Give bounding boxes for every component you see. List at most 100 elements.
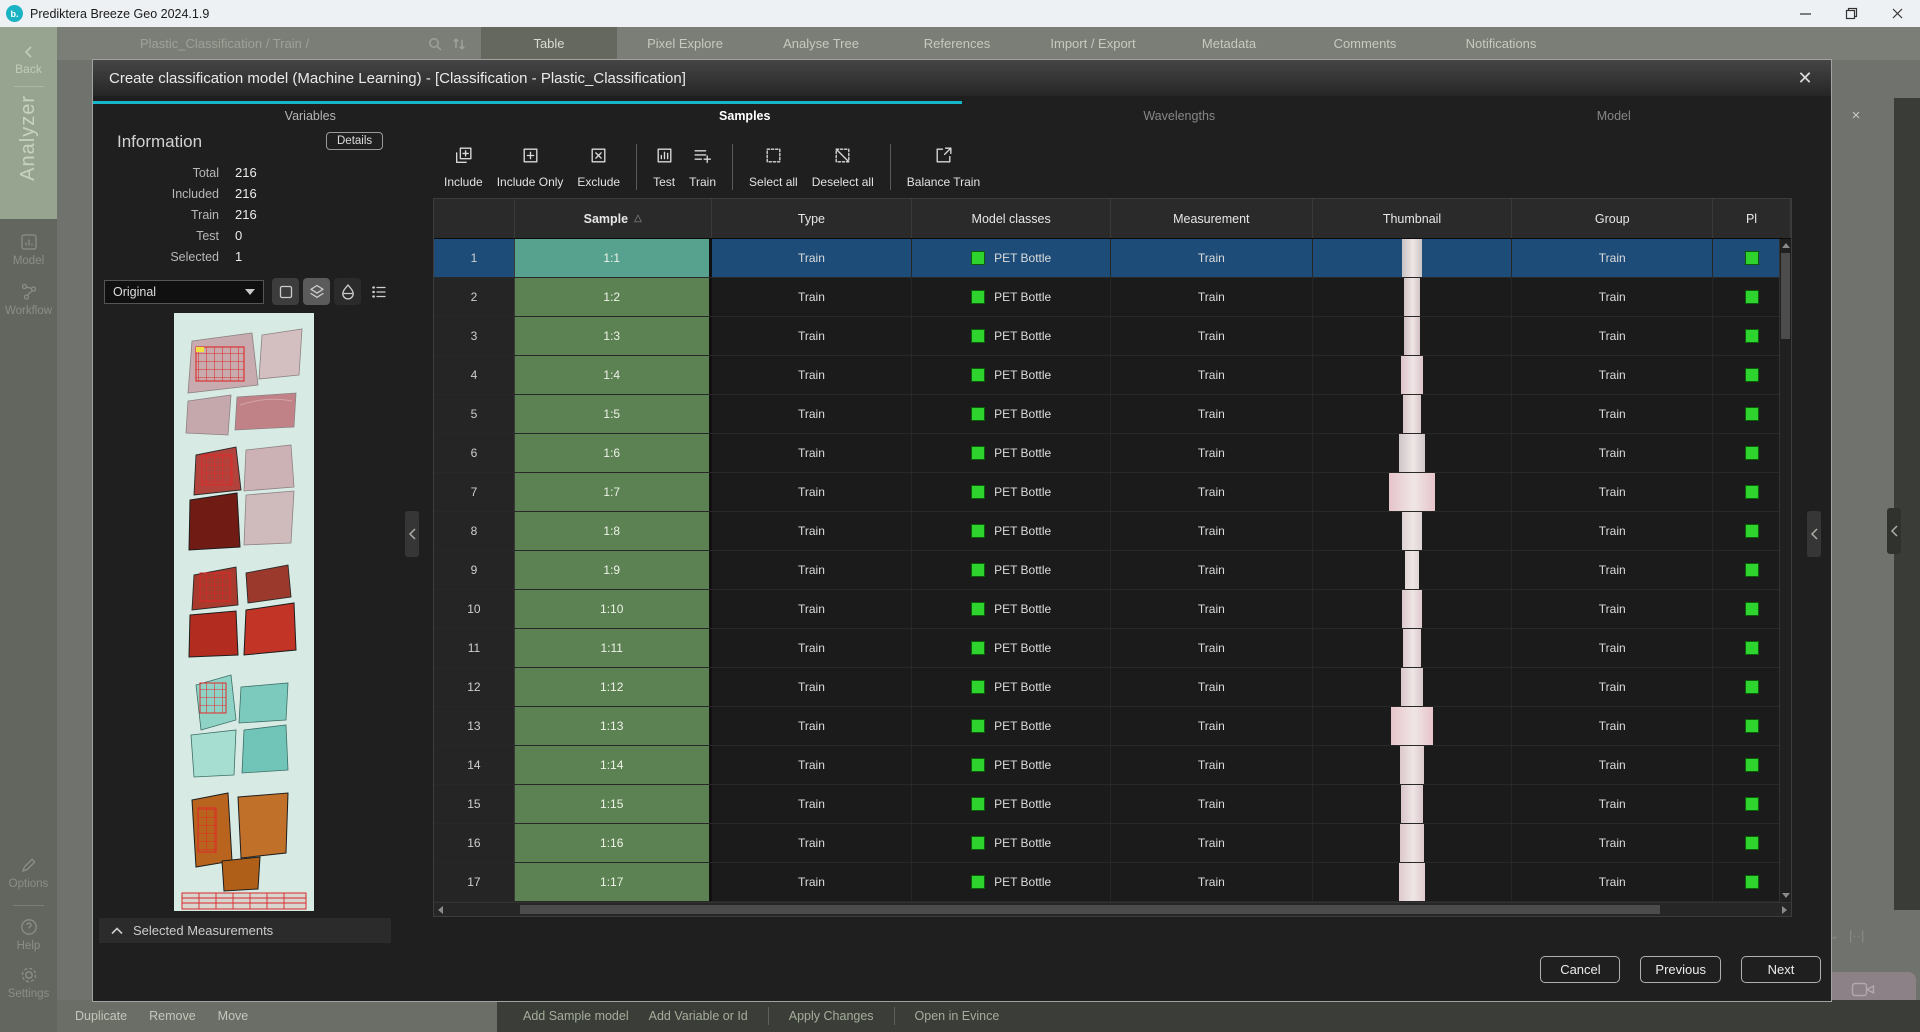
droplet-view-button[interactable]	[334, 278, 361, 305]
bottom-action-add-sample-model[interactable]: Add Sample model	[523, 1009, 629, 1023]
bottom-action-add-variable-or-id[interactable]: Add Variable or Id	[649, 1009, 748, 1023]
tab-comments[interactable]: Comments	[1297, 27, 1433, 60]
tab-import-export[interactable]: Import / Export	[1025, 27, 1161, 60]
range-icon[interactable]: |··|	[1849, 928, 1864, 943]
column-header-pl[interactable]: Pl	[1713, 199, 1791, 238]
column-header-group[interactable]: Group	[1512, 199, 1713, 238]
column-header-measurement[interactable]: Measurement	[1111, 199, 1313, 238]
table-row[interactable]: 41:4TrainPET BottleTrainTrain	[434, 356, 1791, 395]
table-row[interactable]: 141:14TrainPET BottleTrainTrain	[434, 746, 1791, 785]
panel-close-icon[interactable]: ×	[1845, 104, 1867, 126]
bottom-action-duplicate[interactable]: Duplicate	[75, 1009, 127, 1023]
wizard-step-samples[interactable]: Samples	[528, 109, 963, 131]
table-row[interactable]: 71:7TrainPET BottleTrainTrain	[434, 473, 1791, 512]
class-color-chip	[1745, 641, 1759, 655]
cancel-button[interactable]: Cancel	[1540, 956, 1620, 983]
tab-analyse-tree[interactable]: Analyse Tree	[753, 27, 889, 60]
screen: b. Prediktera Breeze Geo 2024.1.9 Back A…	[0, 0, 1920, 1032]
column-header-model-classes[interactable]: Model classes	[912, 199, 1111, 238]
table-row[interactable]: 111:11TrainPET BottleTrainTrain	[434, 629, 1791, 668]
scroll-up-icon[interactable]	[1782, 243, 1790, 248]
left-sidebar: Back Analyzer Model Workflow Options Hel…	[0, 27, 57, 1032]
dialog-close-icon[interactable]: ✕	[1793, 66, 1817, 90]
toolbar-select-all-button[interactable]: Select all	[742, 144, 805, 190]
table-row[interactable]: 101:10TrainPET BottleTrainTrain	[434, 590, 1791, 629]
layers-view-button[interactable]	[303, 278, 330, 305]
search-icon[interactable]	[427, 36, 443, 52]
table-row[interactable]: 121:12TrainPET BottleTrainTrain	[434, 668, 1791, 707]
scroll-right-icon[interactable]	[1782, 906, 1787, 914]
toolbar-deselect-all-button[interactable]: Deselect all	[805, 144, 881, 190]
measurement-cell: Train	[1111, 278, 1313, 316]
toolbar-test-button[interactable]: Test	[646, 144, 682, 190]
selected-measurements-toggle[interactable]: Selected Measurements	[99, 918, 391, 943]
bottom-action-move[interactable]: Move	[218, 1009, 249, 1023]
back-button[interactable]: Back	[15, 45, 42, 76]
column-header-sample[interactable]: Sample△	[515, 199, 712, 238]
table-row[interactable]: 61:6TrainPET BottleTrainTrain	[434, 434, 1791, 473]
table-row[interactable]: 11:1TrainPET BottleTrainTrain	[434, 239, 1791, 278]
table-row[interactable]: 131:13TrainPET BottleTrainTrain	[434, 707, 1791, 746]
scroll-down-icon[interactable]	[1782, 893, 1790, 898]
minimize-icon[interactable]	[1782, 0, 1828, 27]
model-class-cell: PET Bottle	[912, 473, 1111, 511]
wizard-step-wavelengths[interactable]: Wavelengths	[962, 109, 1397, 131]
table-row[interactable]: 81:8TrainPET BottleTrainTrain	[434, 512, 1791, 551]
left-panel-collapse-handle[interactable]	[405, 511, 419, 557]
sidebar-item-model[interactable]: Model	[0, 232, 57, 267]
horizontal-scroll-thumb[interactable]	[520, 905, 1660, 914]
square-view-button[interactable]	[272, 278, 299, 305]
scroll-left-icon[interactable]	[438, 906, 443, 914]
thumbnail-image	[1402, 512, 1422, 550]
column-header-thumbnail[interactable]: Thumbnail	[1313, 199, 1513, 238]
video-camera-icon	[1851, 981, 1875, 998]
table-row[interactable]: 51:5TrainPET BottleTrainTrain	[434, 395, 1791, 434]
table-row[interactable]: 161:16TrainPET BottleTrainTrain	[434, 824, 1791, 863]
toolbar-train-button[interactable]: Train	[682, 144, 723, 190]
close-icon[interactable]	[1874, 0, 1920, 27]
bottom-action-apply-changes[interactable]: Apply Changes	[789, 1009, 874, 1023]
breadcrumb[interactable]: Plastic_Classification / Train /	[57, 27, 427, 60]
panel-collapse-handle[interactable]	[1887, 508, 1901, 554]
sidebar-item-help[interactable]: Help	[0, 917, 57, 952]
group-cell: Train	[1512, 863, 1713, 901]
view-mode-dropdown[interactable]: Original	[104, 280, 264, 304]
toolbar-include-only-button[interactable]: Include Only	[490, 144, 571, 190]
right-panel-collapse-handle[interactable]	[1807, 511, 1821, 557]
sidebar-item-options[interactable]: Options	[0, 855, 57, 890]
tab-pixel-explore[interactable]: Pixel Explore	[617, 27, 753, 60]
tab-table[interactable]: Table	[481, 27, 617, 60]
tab-metadata[interactable]: Metadata	[1161, 27, 1297, 60]
tab-notifications[interactable]: Notifications	[1433, 27, 1569, 60]
table-row[interactable]: 91:9TrainPET BottleTrainTrain	[434, 551, 1791, 590]
details-button[interactable]: Details	[326, 132, 383, 150]
horizontal-scrollbar[interactable]	[434, 902, 1791, 916]
analyzer-section: Back Analyzer	[0, 27, 57, 219]
column-header-row-number[interactable]	[434, 199, 515, 238]
bottom-action-open-in-evince[interactable]: Open in Evince	[915, 1009, 1000, 1023]
sample-cell: 1:15	[515, 785, 712, 823]
bottom-action-remove[interactable]: Remove	[149, 1009, 196, 1023]
previous-button[interactable]: Previous	[1640, 956, 1721, 983]
wizard-step-variables[interactable]: Variables	[93, 109, 528, 131]
vertical-scrollbar[interactable]	[1779, 239, 1791, 902]
table-row[interactable]: 151:15TrainPET BottleTrainTrain	[434, 785, 1791, 824]
type-cell: Train	[712, 434, 913, 472]
list-view-button[interactable]	[365, 278, 392, 305]
toolbar-exclude-button[interactable]: Exclude	[570, 144, 627, 190]
restore-icon[interactable]	[1828, 0, 1874, 27]
column-header-type[interactable]: Type	[712, 199, 913, 238]
sidebar-item-workflow[interactable]: Workflow	[0, 282, 57, 317]
vertical-scroll-thumb[interactable]	[1781, 253, 1790, 339]
next-button[interactable]: Next	[1741, 956, 1821, 983]
wizard-step-model[interactable]: Model	[1397, 109, 1832, 131]
toolbar-balance-train-button[interactable]: Balance Train	[900, 144, 987, 190]
table-row[interactable]: 171:17TrainPET BottleTrainTrain	[434, 863, 1791, 902]
sort-arrows-icon[interactable]	[451, 36, 467, 52]
column-label: Measurement	[1173, 212, 1249, 226]
toolbar-include-button[interactable]: Include	[437, 144, 490, 190]
sidebar-item-settings[interactable]: Settings	[0, 965, 57, 1000]
tab-references[interactable]: References	[889, 27, 1025, 60]
table-row[interactable]: 31:3TrainPET BottleTrainTrain	[434, 317, 1791, 356]
table-row[interactable]: 21:2TrainPET BottleTrainTrain	[434, 278, 1791, 317]
